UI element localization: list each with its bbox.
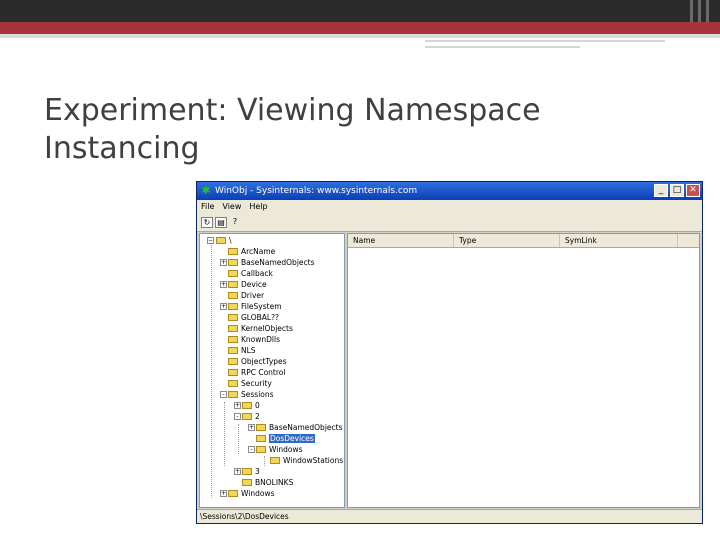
maximize-button[interactable]: □ [670,184,684,197]
column-header-type[interactable]: Type [454,234,560,247]
folder-icon [228,368,238,376]
tree-collapse-toggle[interactable]: - [234,413,241,420]
tree-item-root[interactable]: \ [216,235,232,246]
tree-expand-toggle[interactable]: + [220,259,227,266]
folder-icon [228,313,238,321]
properties-icon[interactable]: ▤ [215,217,227,228]
tree-item-selected[interactable]: DosDevices [256,433,315,444]
tree-item[interactable]: 2 [242,411,260,422]
tree-collapse-toggle[interactable]: - [220,391,227,398]
close-button[interactable]: ✕ [686,184,700,197]
folder-icon [228,280,238,288]
folder-icon [242,467,252,475]
folder-icon [228,291,238,299]
folder-icon [228,324,238,332]
folder-icon [228,335,238,343]
window-controls: _ □ ✕ [654,184,700,197]
folder-open-icon [216,236,226,244]
tree-item[interactable]: KernelObjects [228,323,293,334]
minimize-button[interactable]: _ [654,184,668,197]
tree-item[interactable]: Device [228,279,267,290]
tree-item[interactable]: Windows [228,488,274,499]
tree-item[interactable]: 3 [242,466,260,477]
decor-line [425,46,580,48]
decor-stripe [690,0,693,22]
menu-bar: File View Help [197,200,702,214]
tree-expand-toggle[interactable]: + [220,281,227,288]
folder-open-icon [256,445,266,453]
slide-divider [0,34,720,38]
folder-open-icon [242,412,252,420]
tree-item[interactable]: ObjectTypes [228,356,287,367]
folder-icon [256,434,266,442]
folder-icon [228,357,238,365]
tree-item[interactable]: Security [228,378,272,389]
namespace-tree[interactable]: − \ ArcName + BaseNamedObjects Callback … [199,233,345,508]
folder-icon [242,478,252,486]
status-bar: \Sessions\2\DosDevices [197,509,702,523]
tree-item-sessions[interactable]: Sessions [228,389,274,400]
tree-expand-toggle[interactable]: + [248,424,255,431]
folder-icon [228,258,238,266]
toolbar: ↻ ▤ ? [197,214,702,232]
tree-expand-toggle[interactable]: + [234,468,241,475]
slide-top-bar [0,0,720,22]
menu-file[interactable]: File [201,200,214,214]
tree-item[interactable]: BNOLINKS [242,477,293,488]
tree-item[interactable]: Callback [228,268,273,279]
tree-item[interactable]: Windows [256,444,302,455]
list-header: Name Type SymLink [348,234,699,248]
tree-item[interactable]: Driver [228,290,264,301]
tree-item[interactable]: NLS [228,345,256,356]
tree-item[interactable]: WindowStations [270,455,343,466]
tree-guide-line [238,424,239,454]
object-list[interactable]: Name Type SymLink [347,233,700,508]
tree-expand-toggle[interactable]: + [234,402,241,409]
folder-icon [228,346,238,354]
folder-icon [228,489,238,497]
help-icon[interactable]: ? [229,217,241,228]
decor-stripe [698,0,701,22]
folder-icon [228,379,238,387]
tree-guide-line [211,242,212,498]
tree-item[interactable]: RPC Control [228,367,285,378]
tree-collapse-toggle[interactable]: - [248,446,255,453]
menu-help[interactable]: Help [249,200,267,214]
tree-expand-toggle[interactable]: + [220,303,227,310]
folder-icon [228,269,238,277]
folder-open-icon [228,390,238,398]
tree-item[interactable]: ArcName [228,246,275,257]
column-header-symlink[interactable]: SymLink [560,234,678,247]
tree-item[interactable]: GLOBAL?? [228,312,279,323]
tree-guide-line [224,402,225,466]
window-titlebar[interactable]: ✱ WinObj - Sysinternals: www.sysinternal… [197,182,702,200]
tree-item[interactable]: FileSystem [228,301,282,312]
folder-icon [242,401,252,409]
slide-title: Experiment: Viewing Namespace Instancing [44,93,541,166]
menu-view[interactable]: View [222,200,241,214]
tree-item[interactable]: KnownDlls [228,334,280,345]
tree-item[interactable]: 0 [242,400,260,411]
refresh-icon[interactable]: ↻ [201,217,213,228]
winobj-app-icon: ✱ [201,184,211,197]
tree-expand-toggle[interactable]: + [220,490,227,497]
decor-stripe [706,0,709,22]
folder-icon [228,302,238,310]
folder-icon [270,456,280,464]
tree-collapse-toggle[interactable]: − [207,237,214,244]
slide-accent-bar [0,22,720,34]
folder-icon [228,247,238,255]
winobj-window: ✱ WinObj - Sysinternals: www.sysinternal… [196,181,703,524]
tree-item[interactable]: BaseNamedObjects [256,422,342,433]
tree-item[interactable]: BaseNamedObjects [228,257,314,268]
column-header-name[interactable]: Name [348,234,454,247]
window-title: WinObj - Sysinternals: www.sysinternals.… [215,186,418,196]
folder-icon [256,423,266,431]
tree-guide-line [264,456,265,466]
decor-line [425,40,665,42]
